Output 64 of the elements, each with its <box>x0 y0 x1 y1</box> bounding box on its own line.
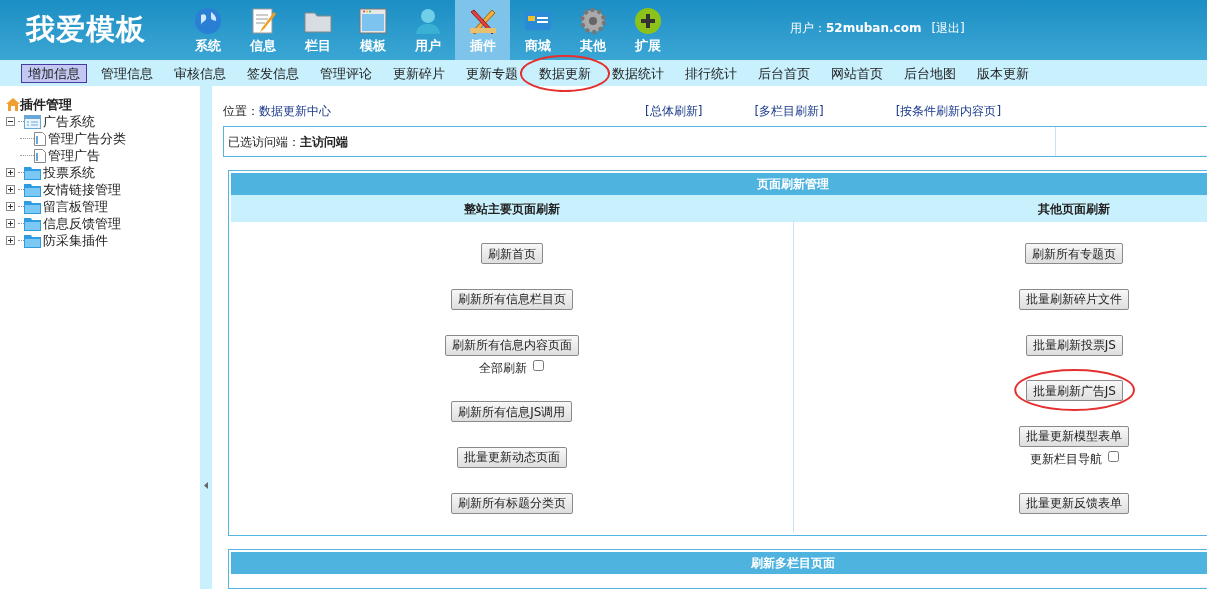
user-name: 52muban.com <box>826 20 922 37</box>
option-label: 更新栏目导航 <box>1029 451 1102 469</box>
checkbox[interactable] <box>533 359 545 371</box>
sub-nav-link[interactable]: 审核信息 <box>167 63 233 83</box>
refresh-button[interactable]: 批量更新动态页面 <box>456 446 567 468</box>
expand-toggle[interactable] <box>6 168 15 177</box>
refresh-button[interactable]: 刷新所有信息栏目页 <box>450 289 573 310</box>
refresh-link[interactable]: [多栏目刷新] <box>754 102 824 120</box>
sub-nav-link[interactable]: 管理信息 <box>94 63 160 83</box>
user-label: 用户： <box>790 20 826 37</box>
sub-nav-link[interactable]: 版本更新 <box>970 63 1036 83</box>
gear-icon <box>577 5 608 36</box>
sub-nav-link[interactable]: 数据统计 <box>605 63 671 83</box>
sub-nav-link[interactable]: 签发信息 <box>240 63 306 83</box>
sidebar-title: 插件管理 <box>20 95 72 114</box>
page-icon <box>34 131 46 146</box>
refresh-link[interactable]: [总体刷新] <box>645 102 703 120</box>
refresh-button[interactable]: 批量刷新投票JS <box>1025 334 1123 356</box>
column-heading: 其他页面刷新 <box>1037 200 1111 218</box>
refresh-button[interactable]: 刷新所有信息内容页面 <box>444 334 579 356</box>
location-label: 位置： <box>223 103 259 120</box>
sub-nav-link[interactable]: 管理评论 <box>313 63 379 83</box>
home-icon <box>6 98 20 111</box>
sub-nav-link[interactable]: 后台地图 <box>897 63 963 83</box>
logo: 我爱模板 <box>24 11 147 49</box>
refresh-button[interactable]: 批量更新模型表单 <box>1019 425 1130 447</box>
refresh-button[interactable]: 批量更新反馈表单 <box>1019 492 1130 514</box>
option-label: 全部刷新 <box>479 360 528 378</box>
sub-nav-link[interactable]: 更新专题 <box>459 63 525 83</box>
location-link[interactable]: 数据更新中心 <box>259 102 331 120</box>
column-heading: 整站主要页面刷新 <box>463 200 561 218</box>
folder-icon <box>24 233 41 248</box>
expand-toggle[interactable] <box>6 202 15 211</box>
client-value: 主访问端 <box>300 133 348 151</box>
refresh-button[interactable]: 批量刷新碎片文件 <box>1019 289 1130 310</box>
folder-icon <box>24 199 41 214</box>
sub-nav-link[interactable]: 排行统计 <box>678 63 744 83</box>
collapse-arrow-icon[interactable] <box>204 482 208 489</box>
sub-nav-link[interactable]: 网站首页 <box>824 63 890 83</box>
window-icon <box>357 5 388 36</box>
checkbox[interactable] <box>1107 450 1119 462</box>
client-label: 已选访问端： <box>228 133 300 151</box>
refresh-button[interactable]: 批量刷新广告JS <box>1025 380 1123 402</box>
list-folder-icon <box>24 114 41 129</box>
refresh-button[interactable]: 刷新所有专题页 <box>1025 243 1124 265</box>
refresh-button[interactable]: 刷新所有标题分类页 <box>450 492 573 514</box>
refresh-link[interactable]: [按条件刷新内容页] <box>895 102 1002 120</box>
folder-icon <box>24 182 41 197</box>
expand-toggle[interactable] <box>6 185 15 194</box>
expand-toggle[interactable] <box>6 219 15 228</box>
plus-icon <box>632 5 663 36</box>
panel-title: 页面刷新管理 <box>231 173 1207 195</box>
panel-title: 刷新多栏目页面 <box>231 552 1207 574</box>
sub-nav-link[interactable]: 更新碎片 <box>386 63 452 83</box>
expand-toggle[interactable] <box>6 236 15 245</box>
globe-icon <box>192 5 223 36</box>
sub-nav-link[interactable]: 后台首页 <box>751 63 817 83</box>
folder-icon <box>24 165 41 180</box>
refresh-button[interactable]: 刷新所有信息JS调用 <box>451 401 573 423</box>
page-icon <box>34 148 46 163</box>
refresh-button[interactable]: 刷新首页 <box>480 243 543 265</box>
sub-nav-link[interactable]: 增加信息 <box>21 63 87 83</box>
folder-icon <box>24 216 41 231</box>
collapse-toggle[interactable] <box>6 117 15 126</box>
